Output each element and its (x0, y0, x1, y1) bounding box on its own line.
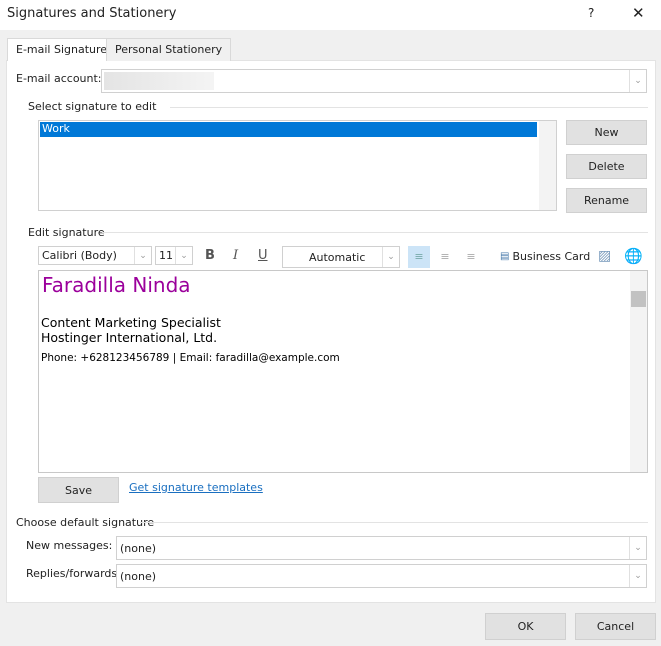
signature-title: Content Marketing Specialist (41, 315, 221, 330)
insert-picture-icon[interactable]: ▨ (598, 248, 611, 264)
bold-button[interactable]: B (205, 248, 215, 263)
signature-templates-link[interactable]: Get signature templates (129, 481, 263, 494)
close-button[interactable]: ✕ (632, 4, 645, 22)
align-center-icon[interactable]: ≡ (434, 246, 456, 268)
divider (170, 107, 648, 108)
default-signature-label: Choose default signature (16, 516, 155, 529)
help-button[interactable]: ? (588, 6, 594, 20)
signature-editor[interactable]: Faradilla Ninda Content Marketing Specia… (38, 270, 648, 473)
replies-value: (none) (120, 570, 157, 583)
delete-button[interactable]: Delete (566, 154, 647, 179)
chevron-down-icon: ⌄ (382, 247, 399, 267)
list-item-work[interactable]: Work (40, 122, 537, 137)
align-left-icon[interactable]: ≡ (408, 246, 430, 268)
size-value: 11 (159, 249, 173, 262)
email-account-label: E-mail account: (16, 72, 102, 85)
color-dropdown[interactable]: Automatic ⌄ (282, 246, 400, 268)
tab-email-signature[interactable]: E-mail Signature (7, 38, 117, 61)
business-card-label: Business Card (512, 250, 591, 263)
chevron-down-icon: ⌄ (134, 247, 151, 264)
chevron-down-icon: ⌄ (629, 565, 646, 587)
edit-signature-label: Edit signature (28, 226, 105, 239)
new-messages-dropdown[interactable]: (none) ⌄ (116, 536, 647, 560)
signature-list[interactable]: Work (38, 120, 557, 211)
signature-name: Faradilla Ninda (42, 273, 191, 297)
align-right-icon[interactable]: ≡ (460, 246, 482, 268)
replies-dropdown[interactable]: (none) ⌄ (116, 564, 647, 588)
editor-scrollbar[interactable] (630, 271, 647, 472)
chevron-down-icon: ⌄ (629, 70, 646, 92)
new-messages-label: New messages: (26, 539, 113, 552)
tab-personal-stationery[interactable]: Personal Stationery (106, 38, 232, 61)
email-account-dropdown[interactable]: ⌄ (101, 69, 647, 93)
new-button[interactable]: New (566, 120, 647, 145)
scrollbar-thumb[interactable] (631, 291, 646, 307)
list-scrollbar[interactable] (539, 121, 556, 210)
divider (140, 522, 648, 523)
divider (102, 232, 648, 233)
chevron-down-icon: ⌄ (629, 537, 646, 559)
underline-button[interactable]: U (258, 248, 268, 263)
font-value: Calibri (Body) (42, 249, 117, 262)
window-title: Signatures and Stationery (7, 6, 177, 21)
cancel-button[interactable]: Cancel (575, 613, 656, 640)
size-dropdown[interactable]: 11 ⌄ (155, 246, 193, 265)
business-card-button[interactable]: ▤ Business Card (500, 250, 590, 263)
color-value: Automatic (309, 251, 366, 264)
italic-button[interactable]: I (233, 248, 238, 263)
save-button[interactable]: Save (38, 477, 119, 503)
signature-company: Hostinger International, Ltd. (41, 330, 218, 345)
signature-contact: Phone: +628123456789 | Email: faradilla@… (41, 352, 340, 364)
business-card-icon: ▤ (500, 251, 510, 262)
chevron-down-icon: ⌄ (175, 247, 192, 264)
new-messages-value: (none) (120, 542, 157, 555)
ok-button[interactable]: OK (485, 613, 566, 640)
redacted-account (104, 72, 214, 90)
select-signature-label: Select signature to edit (28, 100, 157, 113)
rename-button[interactable]: Rename (566, 188, 647, 213)
hyperlink-icon[interactable]: 🌐 (624, 247, 643, 265)
font-dropdown[interactable]: Calibri (Body) ⌄ (38, 246, 152, 265)
replies-label: Replies/forwards: (26, 567, 121, 580)
